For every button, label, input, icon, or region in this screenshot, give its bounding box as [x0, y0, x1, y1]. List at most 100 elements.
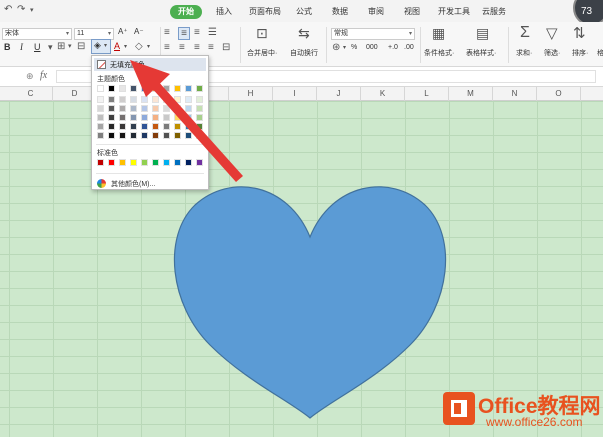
color-swatch[interactable]: [152, 96, 159, 103]
color-swatch[interactable]: [185, 132, 192, 139]
color-swatch[interactable]: [130, 105, 137, 112]
tab-page-layout[interactable]: 页面布局: [249, 5, 281, 19]
underline-button[interactable]: U: [34, 42, 41, 52]
color-swatch[interactable]: [152, 114, 159, 121]
indent-icon[interactable]: ☰: [208, 27, 217, 38]
filter-icon[interactable]: ▽: [546, 24, 558, 42]
color-swatch[interactable]: [141, 96, 148, 103]
column-header-cell[interactable]: J: [317, 87, 361, 101]
currency-dropdown-icon[interactable]: ▾: [343, 44, 346, 51]
font-name-select[interactable]: 宋体 ▾: [2, 28, 72, 40]
color-swatch[interactable]: [196, 114, 203, 121]
color-swatch[interactable]: [152, 123, 159, 130]
color-swatch[interactable]: [152, 85, 159, 92]
color-swatch[interactable]: [196, 96, 203, 103]
table-style-button[interactable]: 表格样式·: [466, 48, 496, 58]
color-swatch[interactable]: [130, 85, 137, 92]
color-swatch[interactable]: [174, 114, 181, 121]
color-swatch[interactable]: [196, 123, 203, 130]
more-colors-option[interactable]: 其他颜色(M)...: [111, 179, 155, 189]
distributed-icon[interactable]: ⊟: [222, 42, 230, 53]
sum-button[interactable]: 求和·: [516, 48, 532, 58]
font-color-dropdown-icon[interactable]: ▾: [124, 43, 127, 50]
column-header-cell[interactable]: I: [273, 87, 317, 101]
redo-icon[interactable]: ↷: [17, 4, 25, 15]
decrease-decimal-icon[interactable]: .00: [404, 44, 414, 51]
tab-home[interactable]: 开始: [170, 5, 202, 19]
color-swatch[interactable]: [163, 123, 170, 130]
align-left-icon[interactable]: ≡: [164, 42, 170, 53]
color-swatch[interactable]: [119, 132, 126, 139]
font-color-button[interactable]: A: [114, 41, 120, 51]
fill-color-button[interactable]: ◈ ▾: [91, 39, 111, 54]
color-swatch[interactable]: [185, 85, 192, 92]
align-center-icon[interactable]: ≡: [179, 42, 185, 53]
color-swatch[interactable]: [152, 132, 159, 139]
color-swatch[interactable]: [108, 85, 115, 92]
tab-data[interactable]: 数据: [332, 5, 348, 19]
number-format-select[interactable]: 常规 ▾: [331, 28, 415, 40]
percent-button[interactable]: %: [351, 44, 357, 51]
color-swatch[interactable]: [174, 132, 181, 139]
clear-dropdown-icon[interactable]: ▾: [147, 43, 150, 50]
border-icon[interactable]: ⊞: [57, 41, 65, 52]
filter-button[interactable]: 筛选·: [544, 48, 560, 58]
sum-icon[interactable]: Σ: [520, 24, 530, 42]
color-swatch[interactable]: [196, 132, 203, 139]
color-swatch[interactable]: [119, 123, 126, 130]
fx-icon[interactable]: fx: [40, 70, 47, 81]
column-header-cell[interactable]: N: [493, 87, 537, 101]
color-swatch[interactable]: [163, 96, 170, 103]
color-swatch[interactable]: [163, 132, 170, 139]
color-swatch[interactable]: [130, 159, 137, 166]
merge-center-icon[interactable]: ⊡: [256, 25, 268, 42]
border-dropdown-icon[interactable]: ▾: [68, 42, 72, 50]
column-header-cell[interactable]: K: [361, 87, 405, 101]
color-swatch[interactable]: [119, 114, 126, 121]
tab-view[interactable]: 视图: [404, 5, 420, 19]
justify-icon[interactable]: ≡: [208, 42, 214, 53]
color-swatch[interactable]: [141, 132, 148, 139]
color-swatch[interactable]: [141, 85, 148, 92]
decrease-font-button[interactable]: A⁻: [134, 27, 144, 36]
tab-cloud[interactable]: 云服务: [482, 5, 506, 19]
color-swatch[interactable]: [163, 114, 170, 121]
currency-icon[interactable]: ⊛: [332, 42, 340, 53]
color-swatch[interactable]: [97, 85, 104, 92]
color-swatch[interactable]: [196, 105, 203, 112]
increase-font-button[interactable]: A⁺: [118, 27, 128, 36]
align-bottom-icon[interactable]: ≡: [194, 27, 200, 38]
tab-developer[interactable]: 开发工具: [438, 5, 470, 19]
color-swatch[interactable]: [185, 105, 192, 112]
color-swatch[interactable]: [108, 159, 115, 166]
align-middle-icon[interactable]: ≡: [178, 27, 190, 40]
align-right-icon[interactable]: ≡: [194, 42, 200, 53]
color-swatch[interactable]: [130, 123, 137, 130]
heart-shape-path[interactable]: [173, 186, 447, 419]
quick-access-dropdown-icon[interactable]: ▾: [30, 6, 34, 14]
color-swatch[interactable]: [108, 105, 115, 112]
color-swatch[interactable]: [185, 96, 192, 103]
color-swatch[interactable]: [119, 85, 126, 92]
color-swatch[interactable]: [119, 159, 126, 166]
column-header-cell[interactable]: C: [9, 87, 53, 101]
color-swatch[interactable]: [97, 96, 104, 103]
sort-icon[interactable]: ⇅: [573, 24, 586, 42]
color-swatch[interactable]: [174, 123, 181, 130]
color-swatch[interactable]: [152, 159, 159, 166]
color-swatch[interactable]: [174, 105, 181, 112]
tab-review[interactable]: 审阅: [368, 5, 384, 19]
color-swatch[interactable]: [97, 159, 104, 166]
color-swatch[interactable]: [130, 114, 137, 121]
color-swatch[interactable]: [163, 85, 170, 92]
color-swatch[interactable]: [119, 105, 126, 112]
color-swatch[interactable]: [108, 96, 115, 103]
color-swatch[interactable]: [174, 159, 181, 166]
color-swatch[interactable]: [97, 114, 104, 121]
color-swatch[interactable]: [97, 132, 104, 139]
undo-icon[interactable]: ↶: [4, 4, 12, 15]
sort-button[interactable]: 排序·: [572, 48, 588, 58]
wrap-text-icon[interactable]: ⇆: [298, 25, 310, 42]
color-swatch[interactable]: [108, 123, 115, 130]
color-swatch[interactable]: [141, 114, 148, 121]
